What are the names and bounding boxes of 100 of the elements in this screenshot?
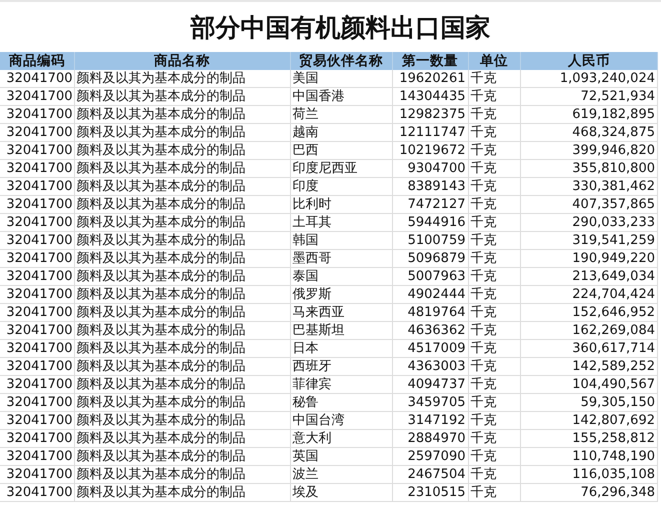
table-cell: 俄罗斯 [292,287,332,302]
table-cell: 颜料及以其为基本成分的制品 [76,269,246,284]
table-cell: 千克 [470,305,496,320]
table-cell: 中国香港 [292,89,344,104]
column-header: 人民币 [520,52,658,70]
table-cell: 千克 [470,143,496,158]
table-cell: 213,649,034 [572,269,655,284]
table-cell: 32041700 [6,395,72,410]
table-cell: 颜料及以其为基本成分的制品 [76,305,246,320]
table-cell: 颜料及以其为基本成分的制品 [76,377,246,392]
table-cell: 32041700 [6,125,72,140]
table-cell: 波兰 [292,467,318,482]
table-cell: 千克 [470,395,496,410]
table-cell: 32041700 [6,359,72,374]
table-cell: 5096879 [408,251,466,266]
table-cell: 颜料及以其为基本成分的制品 [76,287,246,302]
table-cell: 407,357,865 [572,197,655,212]
table-cell: 千克 [470,125,496,140]
table-cell: 32041700 [6,413,72,428]
table-cell: 菲律宾 [292,377,332,392]
table-cell: 155,258,812 [572,431,655,446]
table-cell: 千克 [470,71,496,86]
table-cell: 千克 [470,269,496,284]
table-cell: 颜料及以其为基本成分的制品 [76,449,246,464]
table-cell: 埃及 [292,485,318,500]
table-cell: 颜料及以其为基本成分的制品 [76,125,246,140]
table-cell: 9304700 [408,161,466,176]
table-cell: 319,541,259 [572,233,655,248]
table-cell: 英国 [292,449,318,464]
table-cell: 32041700 [6,71,72,86]
table-cell: 千克 [470,359,496,374]
table-cell: 399,946,820 [572,143,655,158]
table-cell: 千克 [470,485,496,500]
table-cell: 千克 [470,413,496,428]
table-cell: 千克 [470,197,496,212]
column-header: 商品编码 [0,52,74,70]
table-cell: 3147192 [408,413,466,428]
table-cell: 马来西亚 [292,305,344,320]
table-cell: 千克 [470,431,496,446]
table-cell: 32041700 [6,233,72,248]
table-cell: 4819764 [408,305,466,320]
table-cell: 韩国 [292,233,318,248]
table-cell: 颜料及以其为基本成分的制品 [76,323,246,338]
table-cell: 千克 [470,323,496,338]
table-cell: 颜料及以其为基本成分的制品 [76,341,246,356]
table-cell: 32041700 [6,89,72,104]
table-cell: 4363003 [408,359,466,374]
table-cell: 59,305,150 [580,395,655,410]
table-cell: 颜料及以其为基本成分的制品 [76,485,246,500]
table-cell: 142,589,252 [572,359,655,374]
table-cell: 2467504 [408,467,466,482]
table-cell: 104,490,567 [572,377,655,392]
table-cell: 意大利 [292,431,332,446]
table-cell: 32041700 [6,143,72,158]
table-cell: 14304435 [399,89,466,104]
table-cell: 142,807,692 [572,413,655,428]
table-cell: 32041700 [6,323,72,338]
table-cell: 4517009 [408,341,466,356]
table-cell: 1,093,240,024 [560,71,655,86]
table-cell: 2310515 [408,485,466,500]
table-cell: 2597090 [408,449,466,464]
table-cell: 土耳其 [292,215,332,230]
table-cell: 颜料及以其为基本成分的制品 [76,359,246,374]
table-cell: 5007963 [408,269,466,284]
table-cell: 4902444 [408,287,466,302]
table-cell: 荷兰 [292,107,318,122]
table-cell: 32041700 [6,215,72,230]
table-cell: 颜料及以其为基本成分的制品 [76,215,246,230]
table-cell: 3459705 [408,395,466,410]
table-cell: 巴西 [292,143,318,158]
table-cell: 千克 [470,89,496,104]
table-cell: 颜料及以其为基本成分的制品 [76,197,246,212]
column-header: 商品名称 [74,52,290,70]
table-cell: 19620261 [399,71,466,86]
table-cell: 32041700 [6,431,72,446]
table-cell: 32041700 [6,107,72,122]
table-cell: 32041700 [6,197,72,212]
table-cell: 巴基斯坦 [292,323,344,338]
table-cell: 32041700 [6,485,72,500]
table-cell: 468,324,875 [572,125,655,140]
table-cell: 日本 [292,341,318,356]
table-cell: 32041700 [6,161,72,176]
table-cell: 颜料及以其为基本成分的制品 [76,251,246,266]
table-cell: 颜料及以其为基本成分的制品 [76,143,246,158]
table-cell: 墨西哥 [292,251,332,266]
table-cell: 12982375 [399,107,466,122]
table-cell: 千克 [470,287,496,302]
table-cell: 7472127 [408,197,466,212]
table-cell: 千克 [470,215,496,230]
table-cell: 330,381,462 [572,179,655,194]
table-cell: 中国台湾 [292,413,344,428]
table-cell: 颜料及以其为基本成分的制品 [76,71,246,86]
table-cell: 619,182,895 [572,107,655,122]
table-cell: 秘鲁 [292,395,318,410]
table-cell: 290,033,233 [572,215,655,230]
table-cell: 泰国 [292,269,318,284]
table-cell: 110,748,190 [572,449,655,464]
table-cell: 千克 [470,341,496,356]
table-cell: 2884970 [408,431,466,446]
table-cell: 印度尼西亚 [292,161,358,176]
